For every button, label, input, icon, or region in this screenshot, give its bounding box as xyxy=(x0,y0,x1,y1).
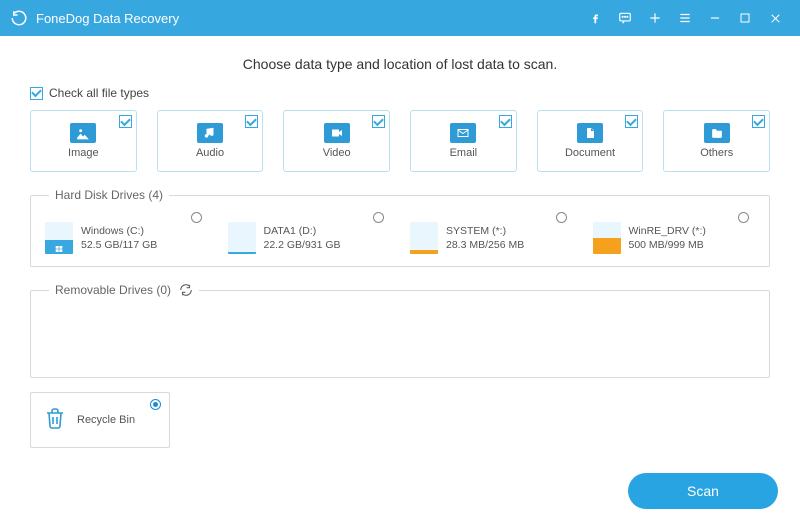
video-icon xyxy=(324,123,350,143)
main-content: Choose data type and location of lost da… xyxy=(0,36,800,448)
page-headline: Choose data type and location of lost da… xyxy=(30,56,770,72)
drive-info: WinRE_DRV (*:)500 MB/999 MB xyxy=(629,224,706,252)
type-checkbox[interactable] xyxy=(372,115,385,128)
drive-usage-bar xyxy=(45,222,73,254)
email-icon xyxy=(450,123,476,143)
hdd-legend: Hard Disk Drives (4) xyxy=(49,188,169,202)
audio-icon xyxy=(197,123,223,143)
removable-section: Removable Drives (0) xyxy=(30,283,770,378)
drive-usage-bar xyxy=(593,222,621,254)
type-checkbox[interactable] xyxy=(245,115,258,128)
drive-item[interactable]: DATA1 (D:)22.2 GB/931 GB xyxy=(228,216,391,254)
type-card-audio[interactable]: Audio xyxy=(157,110,264,172)
hdd-section: Hard Disk Drives (4) Windows (C:)52.5 GB… xyxy=(30,188,770,267)
check-all-checkbox[interactable] xyxy=(30,87,43,100)
drive-radio[interactable] xyxy=(373,212,384,223)
drive-item[interactable]: SYSTEM (*:)28.3 MB/256 MB xyxy=(410,216,573,254)
drive-item[interactable]: WinRE_DRV (*:)500 MB/999 MB xyxy=(593,216,756,254)
file-type-grid: Image Audio Video Email Document Others xyxy=(30,110,770,172)
type-label: Email xyxy=(450,147,478,159)
type-checkbox[interactable] xyxy=(499,115,512,128)
recycle-section: Recycle Bin xyxy=(30,392,770,448)
close-icon[interactable] xyxy=(760,0,790,36)
drive-item[interactable]: Windows (C:)52.5 GB/117 GB xyxy=(45,216,208,254)
drive-info: SYSTEM (*:)28.3 MB/256 MB xyxy=(446,224,524,252)
type-label: Image xyxy=(68,147,99,159)
document-icon xyxy=(577,123,603,143)
recycle-bin-card[interactable]: Recycle Bin xyxy=(30,392,170,448)
type-checkbox[interactable] xyxy=(119,115,132,128)
type-label: Others xyxy=(700,147,733,159)
feedback-icon[interactable] xyxy=(610,0,640,36)
drive-radio[interactable] xyxy=(191,212,202,223)
type-label: Video xyxy=(323,147,351,159)
drive-radio[interactable] xyxy=(556,212,567,223)
image-icon xyxy=(70,123,96,143)
plus-icon[interactable] xyxy=(640,0,670,36)
scan-button[interactable]: Scan xyxy=(628,473,778,509)
check-all-label: Check all file types xyxy=(49,86,149,100)
titlebar: FoneDog Data Recovery xyxy=(0,0,800,36)
type-card-document[interactable]: Document xyxy=(537,110,644,172)
trash-icon xyxy=(43,405,67,436)
menu-icon[interactable] xyxy=(670,0,700,36)
recycle-radio[interactable] xyxy=(150,399,161,410)
minimize-icon[interactable] xyxy=(700,0,730,36)
app-title: FoneDog Data Recovery xyxy=(36,11,580,26)
facebook-icon[interactable] xyxy=(580,0,610,36)
maximize-icon[interactable] xyxy=(730,0,760,36)
type-card-others[interactable]: Others xyxy=(663,110,770,172)
type-card-video[interactable]: Video xyxy=(283,110,390,172)
removable-legend: Removable Drives (0) xyxy=(49,283,199,297)
recycle-label: Recycle Bin xyxy=(77,414,135,426)
type-checkbox[interactable] xyxy=(752,115,765,128)
type-checkbox[interactable] xyxy=(625,115,638,128)
refresh-icon[interactable] xyxy=(179,283,193,297)
type-card-email[interactable]: Email xyxy=(410,110,517,172)
titlebar-actions xyxy=(580,0,790,36)
removable-empty xyxy=(45,311,755,365)
hdd-drives: Windows (C:)52.5 GB/117 GB DATA1 (D:)22.2… xyxy=(45,216,755,254)
others-icon xyxy=(704,123,730,143)
drive-radio[interactable] xyxy=(738,212,749,223)
app-logo-icon xyxy=(10,9,28,27)
type-label: Audio xyxy=(196,147,224,159)
drive-info: DATA1 (D:)22.2 GB/931 GB xyxy=(264,224,341,252)
drive-info: Windows (C:)52.5 GB/117 GB xyxy=(81,224,157,252)
drive-usage-bar xyxy=(410,222,438,254)
type-card-image[interactable]: Image xyxy=(30,110,137,172)
drive-usage-bar xyxy=(228,222,256,254)
type-label: Document xyxy=(565,147,615,159)
check-all-row[interactable]: Check all file types xyxy=(30,86,770,100)
